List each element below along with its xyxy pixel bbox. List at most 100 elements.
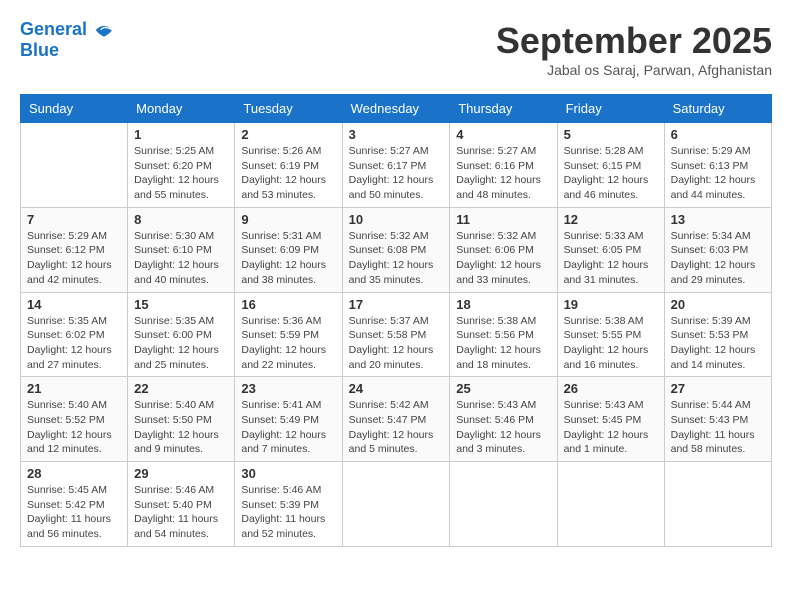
day-cell: 16Sunrise: 5:36 AMSunset: 5:59 PMDayligh… (235, 292, 342, 377)
day-info: Sunrise: 5:40 AMSunset: 5:50 PMDaylight:… (134, 398, 228, 457)
day-info: Sunrise: 5:29 AMSunset: 6:13 PMDaylight:… (671, 144, 765, 203)
logo: General Blue (20, 20, 114, 61)
week-row-1: 1 Sunrise: 5:25 AMSunset: 6:20 PMDaylight… (21, 123, 772, 208)
page-header: General Blue September 2025 Jabal os Sar… (20, 20, 772, 78)
day-cell: 21Sunrise: 5:40 AMSunset: 5:52 PMDayligh… (21, 377, 128, 462)
day-cell: 18 Sunrise: 5:38 AMSunset: 5:56 PMDayligh… (450, 292, 557, 377)
header-thursday: Thursday (450, 95, 557, 123)
day-number: 17 (349, 297, 444, 312)
day-cell (450, 462, 557, 547)
day-number: 1 (134, 127, 228, 142)
day-info: Sunrise: 5:31 AMSunset: 6:09 PMDaylight:… (241, 229, 335, 288)
day-info: Sunrise: 5:29 AMSunset: 6:12 PMDaylight:… (27, 229, 121, 288)
day-number: 22 (134, 381, 228, 396)
day-info: Sunrise: 5:42 AMSunset: 5:47 PMDaylight:… (349, 398, 444, 457)
day-info: Sunrise: 5:43 AMSunset: 5:45 PMDaylight:… (564, 398, 658, 457)
day-number: 24 (349, 381, 444, 396)
day-number: 6 (671, 127, 765, 142)
day-cell: 6 Sunrise: 5:29 AMSunset: 6:13 PMDaylight… (664, 123, 771, 208)
day-cell: 14Sunrise: 5:35 AMSunset: 6:02 PMDayligh… (21, 292, 128, 377)
calendar-table: SundayMondayTuesdayWednesdayThursdayFrid… (20, 94, 772, 547)
week-row-4: 21Sunrise: 5:40 AMSunset: 5:52 PMDayligh… (21, 377, 772, 462)
day-cell (664, 462, 771, 547)
day-number: 21 (27, 381, 121, 396)
day-number: 12 (564, 212, 658, 227)
day-cell: 12 Sunrise: 5:33 AMSunset: 6:05 PMDayligh… (557, 207, 664, 292)
day-cell: 2 Sunrise: 5:26 AMSunset: 6:19 PMDaylight… (235, 123, 342, 208)
day-number: 15 (134, 297, 228, 312)
title-block: September 2025 Jabal os Saraj, Parwan, A… (496, 20, 772, 78)
day-cell: 9 Sunrise: 5:31 AMSunset: 6:09 PMDaylight… (235, 207, 342, 292)
day-cell (342, 462, 450, 547)
day-number: 4 (456, 127, 550, 142)
day-cell: 26 Sunrise: 5:43 AMSunset: 5:45 PMDayligh… (557, 377, 664, 462)
day-number: 19 (564, 297, 658, 312)
week-row-2: 7 Sunrise: 5:29 AMSunset: 6:12 PMDaylight… (21, 207, 772, 292)
week-row-5: 28 Sunrise: 5:45 AMSunset: 5:42 PMDayligh… (21, 462, 772, 547)
day-cell: 29 Sunrise: 5:46 AMSunset: 5:40 PMDayligh… (128, 462, 235, 547)
day-number: 28 (27, 466, 121, 481)
day-number: 26 (564, 381, 658, 396)
month-title: September 2025 (496, 20, 772, 62)
day-cell: 22 Sunrise: 5:40 AMSunset: 5:50 PMDayligh… (128, 377, 235, 462)
day-info: Sunrise: 5:38 AMSunset: 5:56 PMDaylight:… (456, 314, 550, 373)
header-friday: Friday (557, 95, 664, 123)
day-cell: 27Sunrise: 5:44 AMSunset: 5:43 PMDayligh… (664, 377, 771, 462)
day-info: Sunrise: 5:37 AMSunset: 5:58 PMDaylight:… (349, 314, 444, 373)
day-cell: 7 Sunrise: 5:29 AMSunset: 6:12 PMDaylight… (21, 207, 128, 292)
header-wednesday: Wednesday (342, 95, 450, 123)
week-row-3: 14Sunrise: 5:35 AMSunset: 6:02 PMDayligh… (21, 292, 772, 377)
day-number: 9 (241, 212, 335, 227)
day-info: Sunrise: 5:27 AMSunset: 6:16 PMDaylight:… (456, 144, 550, 203)
day-cell (557, 462, 664, 547)
day-number: 7 (27, 212, 121, 227)
logo-blue: Blue (20, 40, 114, 61)
day-info: Sunrise: 5:33 AMSunset: 6:05 PMDaylight:… (564, 229, 658, 288)
logo-text: General (20, 20, 114, 40)
day-number: 25 (456, 381, 550, 396)
day-info: Sunrise: 5:25 AMSunset: 6:20 PMDaylight:… (134, 144, 228, 203)
logo-icon (94, 20, 114, 40)
day-info: Sunrise: 5:27 AMSunset: 6:17 PMDaylight:… (349, 144, 444, 203)
day-info: Sunrise: 5:39 AMSunset: 5:53 PMDaylight:… (671, 314, 765, 373)
day-info: Sunrise: 5:34 AMSunset: 6:03 PMDaylight:… (671, 229, 765, 288)
day-cell: 11 Sunrise: 5:32 AMSunset: 6:06 PMDayligh… (450, 207, 557, 292)
header-monday: Monday (128, 95, 235, 123)
day-info: Sunrise: 5:45 AMSunset: 5:42 PMDaylight:… (27, 483, 121, 542)
day-cell: 4 Sunrise: 5:27 AMSunset: 6:16 PMDaylight… (450, 123, 557, 208)
day-cell: 8Sunrise: 5:30 AMSunset: 6:10 PMDaylight… (128, 207, 235, 292)
day-cell: 5Sunrise: 5:28 AMSunset: 6:15 PMDaylight… (557, 123, 664, 208)
day-cell: 3 Sunrise: 5:27 AMSunset: 6:17 PMDaylight… (342, 123, 450, 208)
day-info: Sunrise: 5:35 AMSunset: 6:02 PMDaylight:… (27, 314, 121, 373)
day-info: Sunrise: 5:46 AMSunset: 5:40 PMDaylight:… (134, 483, 228, 542)
day-info: Sunrise: 5:46 AMSunset: 5:39 PMDaylight:… (241, 483, 335, 542)
day-cell: 13 Sunrise: 5:34 AMSunset: 6:03 PMDayligh… (664, 207, 771, 292)
day-number: 10 (349, 212, 444, 227)
day-number: 30 (241, 466, 335, 481)
day-info: Sunrise: 5:35 AMSunset: 6:00 PMDaylight:… (134, 314, 228, 373)
day-cell: 1 Sunrise: 5:25 AMSunset: 6:20 PMDaylight… (128, 123, 235, 208)
day-number: 29 (134, 466, 228, 481)
day-number: 27 (671, 381, 765, 396)
day-number: 2 (241, 127, 335, 142)
day-info: Sunrise: 5:26 AMSunset: 6:19 PMDaylight:… (241, 144, 335, 203)
day-cell: 23Sunrise: 5:41 AMSunset: 5:49 PMDayligh… (235, 377, 342, 462)
calendar-header-row: SundayMondayTuesdayWednesdayThursdayFrid… (21, 95, 772, 123)
day-info: Sunrise: 5:38 AMSunset: 5:55 PMDaylight:… (564, 314, 658, 373)
day-info: Sunrise: 5:32 AMSunset: 6:06 PMDaylight:… (456, 229, 550, 288)
day-info: Sunrise: 5:43 AMSunset: 5:46 PMDaylight:… (456, 398, 550, 457)
day-number: 11 (456, 212, 550, 227)
day-cell: 24 Sunrise: 5:42 AMSunset: 5:47 PMDayligh… (342, 377, 450, 462)
day-info: Sunrise: 5:32 AMSunset: 6:08 PMDaylight:… (349, 229, 444, 288)
day-number: 20 (671, 297, 765, 312)
day-number: 23 (241, 381, 335, 396)
day-cell: 17 Sunrise: 5:37 AMSunset: 5:58 PMDayligh… (342, 292, 450, 377)
day-info: Sunrise: 5:36 AMSunset: 5:59 PMDaylight:… (241, 314, 335, 373)
day-info: Sunrise: 5:30 AMSunset: 6:10 PMDaylight:… (134, 229, 228, 288)
day-cell: 19 Sunrise: 5:38 AMSunset: 5:55 PMDayligh… (557, 292, 664, 377)
day-cell: 25 Sunrise: 5:43 AMSunset: 5:46 PMDayligh… (450, 377, 557, 462)
day-number: 3 (349, 127, 444, 142)
day-cell: 10 Sunrise: 5:32 AMSunset: 6:08 PMDayligh… (342, 207, 450, 292)
day-number: 13 (671, 212, 765, 227)
day-number: 18 (456, 297, 550, 312)
